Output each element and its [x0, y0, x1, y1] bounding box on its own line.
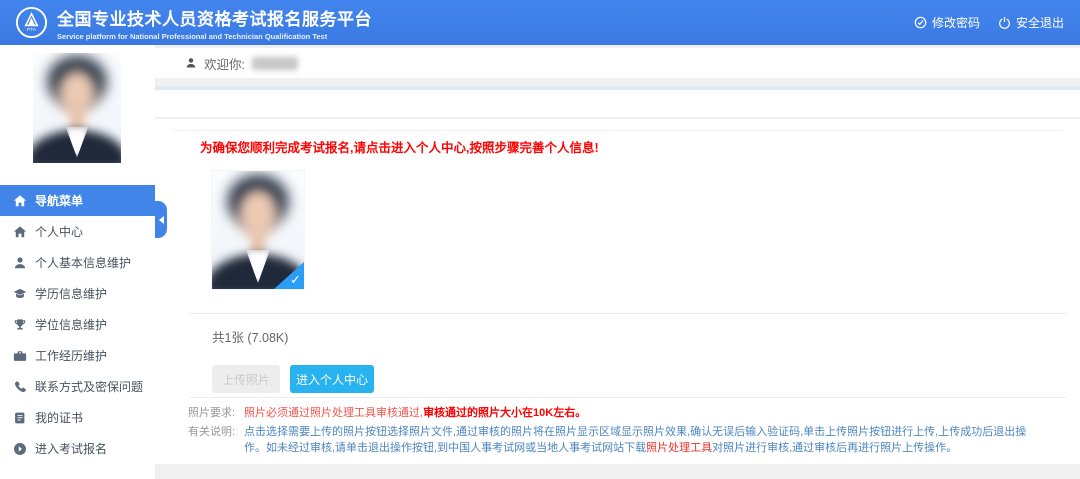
photo-tool-link[interactable]: 照片处理工具: [646, 442, 712, 454]
photo-requirements-row: 照片要求: 照片必须通过照片处理工具审核通过,审核通过的照片大小在10K左右。: [188, 405, 1070, 421]
change-password-button[interactable]: 修改密码: [914, 14, 980, 31]
sidebar-item-enter-exam-registration[interactable]: 进入考试报名: [0, 433, 155, 464]
requirements-text: 照片必须通过照片处理工具审核通过,审核通过的照片大小在10K左右。: [244, 405, 586, 421]
user-icon: [185, 57, 197, 69]
enter-personal-center-button[interactable]: 进入个人中心: [290, 365, 374, 393]
notes-section: 照片要求: 照片必须通过照片处理工具审核通过,审核通过的照片大小在10K左右。 …: [188, 405, 1070, 459]
platform-logo-icon: PTA: [15, 6, 48, 39]
page: PTA 全国专业技术人员资格考试报名服务平台 Service platform …: [0, 0, 1080, 479]
svg-text:PTA: PTA: [27, 27, 37, 33]
user-icon: [13, 256, 27, 270]
sidebar-item-nav-menu[interactable]: 导航菜单: [0, 185, 155, 216]
divider: [189, 397, 1067, 398]
header-actions: 修改密码 安全退出: [914, 14, 1064, 31]
welcome-label: 欢迎你:: [204, 54, 245, 73]
header-titles: 全国专业技术人员资格考试报名服务平台 Service platform for …: [57, 5, 372, 41]
page-title: 全国专业技术人员资格考试报名服务平台: [57, 5, 372, 30]
sidebar-item-label: 联系方式及密保问题: [35, 378, 143, 395]
phone-icon: [13, 380, 27, 394]
sidebar-item-label: 学历信息维护: [35, 285, 107, 302]
instructions-row: 有关说明: 点击选择需要上传的照片按钮选择照片文件,通过审核的照片将在照片显示区…: [188, 424, 1070, 456]
username-redacted: [252, 57, 298, 70]
briefcase-icon: [13, 349, 27, 363]
sidebar-nav: 导航菜单 个人中心 个人基本信息维护 学历信息维护: [0, 185, 155, 464]
home-icon: [13, 194, 27, 208]
sidebar-item-contact-security[interactable]: 联系方式及密保问题: [0, 371, 155, 402]
sidebar-item-label: 个人中心: [35, 223, 83, 240]
sidebar: 导航菜单 个人中心 个人基本信息维护 学历信息维护: [0, 45, 155, 479]
sidebar-item-label: 学位信息维护: [35, 316, 107, 333]
circle-arrow-icon: [13, 442, 27, 456]
instructions-text: 点击选择需要上传的照片按钮选择照片文件,通过审核的照片将在照片显示区域显示照片效…: [244, 424, 1044, 456]
home-icon: [13, 225, 27, 239]
sidebar-item-basic-info[interactable]: 个人基本信息维护: [0, 247, 155, 278]
trophy-icon: [13, 318, 27, 332]
sidebar-profile-photo: [33, 53, 121, 163]
sidebar-item-personal-center[interactable]: 个人中心: [0, 216, 155, 247]
sidebar-item-label: 导航菜单: [35, 192, 83, 209]
sidebar-item-label: 个人基本信息维护: [35, 254, 131, 271]
logout-button[interactable]: 安全退出: [998, 14, 1064, 31]
page-subtitle: Service platform for National Profession…: [57, 32, 372, 41]
certificate-icon: [13, 411, 27, 425]
top-header-bar: PTA 全国专业技术人员资格考试报名服务平台 Service platform …: [0, 0, 1080, 45]
divider: [189, 313, 1067, 314]
sidebar-item-education-info[interactable]: 学历信息维护: [0, 278, 155, 309]
upload-photo-button[interactable]: 上传照片: [212, 365, 280, 393]
graduation-cap-icon: [13, 287, 27, 301]
sidebar-item-label: 进入考试报名: [35, 440, 107, 457]
sidebar-item-label: 我的证书: [35, 409, 83, 426]
photo-count-text: 共1张 (7.08K): [212, 327, 288, 346]
welcome-bar: 欢迎你:: [155, 48, 1080, 78]
sidebar-item-degree-info[interactable]: 学位信息维护: [0, 309, 155, 340]
uploaded-photo-preview: ✓: [212, 171, 304, 289]
sidebar-item-my-certificates[interactable]: 我的证书: [0, 402, 155, 433]
change-password-label: 修改密码: [932, 14, 980, 31]
content-toolbar-panel: [155, 86, 1080, 117]
power-icon: [998, 16, 1011, 29]
logout-label: 安全退出: [1016, 14, 1064, 31]
divider: [173, 130, 1063, 131]
requirements-label: 照片要求:: [188, 405, 244, 421]
photo-review-panel: 为确保您顺利完成考试报名,请点击进入个人中心,按照步骤完善个人信息! ✓ 共1张…: [155, 119, 1080, 464]
sidebar-item-label: 工作经历维护: [35, 347, 107, 364]
sidebar-item-work-experience[interactable]: 工作经历维护: [0, 340, 155, 371]
sidebar-collapse-handle[interactable]: [155, 201, 167, 238]
check-circle-icon: [914, 16, 927, 29]
instructions-label: 有关说明:: [188, 424, 244, 456]
notice-text: 为确保您顺利完成考试报名,请点击进入个人中心,按照步骤完善个人信息!: [200, 137, 599, 156]
chevron-left-icon: [159, 216, 164, 224]
